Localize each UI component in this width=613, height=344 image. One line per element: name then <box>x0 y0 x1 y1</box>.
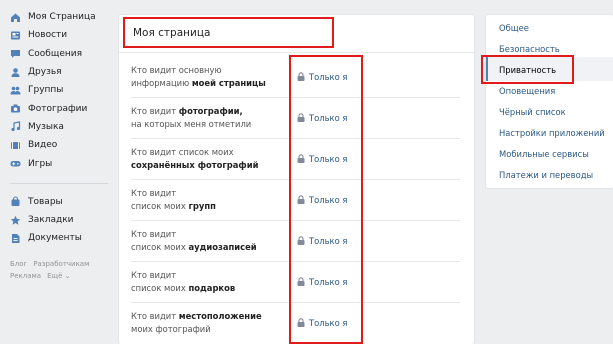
nav-item-messages[interactable]: Сообщения <box>10 45 118 63</box>
active-item-highlight-box <box>481 55 574 84</box>
footer-link-ads[interactable]: Реклама <box>10 272 41 280</box>
settings-menu: Общее Безопасность Приватность Оповещени… <box>485 14 613 189</box>
nav-item-label: Новости <box>28 30 68 41</box>
home-icon <box>10 12 21 23</box>
setting-label: Кто видит список моих подарков <box>131 269 236 293</box>
nav-item-label: Фотографии <box>28 103 88 114</box>
setting-label: Кто видит основную информацию моей стран… <box>131 64 266 88</box>
user-icon <box>10 67 21 78</box>
page-title-text: Моя страница <box>133 26 211 39</box>
values-highlight-box <box>289 55 363 344</box>
header-divider <box>119 52 474 53</box>
footer-link-blog[interactable]: Блог <box>10 260 27 268</box>
nav-item-label: Группы <box>28 85 64 96</box>
setting-label: Кто видит фотографии, на которых меня от… <box>131 105 252 129</box>
menu-item-blacklist[interactable]: Чёрный список <box>499 107 566 117</box>
nav-item-friends[interactable]: Друзья <box>10 63 118 81</box>
nav-item-photos[interactable]: Фотографии <box>10 99 118 117</box>
page-title: Моя страница <box>123 17 334 48</box>
nav-footer: Блог Разработчикам Реклама Ещё ⌄ <box>10 258 118 282</box>
nav-item-label: Товары <box>28 196 63 207</box>
menu-item-mobile-services[interactable]: Мобильные сервисы <box>499 149 589 159</box>
gamepad-icon <box>10 158 21 169</box>
nav-item-groups[interactable]: Группы <box>10 81 118 99</box>
nav-item-music[interactable]: Музыка <box>10 118 118 136</box>
video-icon <box>10 140 21 151</box>
nav-item-label: Закладки <box>28 215 74 226</box>
nav-item-my-page[interactable]: Моя Страница <box>10 8 118 26</box>
footer-link-more[interactable]: Ещё ⌄ <box>47 272 70 280</box>
left-navigation: Моя Страница Новости Сообщения Друзья Гр… <box>10 8 118 282</box>
star-icon <box>10 215 21 226</box>
nav-item-label: Музыка <box>28 121 64 132</box>
nav-item-label: Друзья <box>28 67 62 78</box>
menu-item-payments[interactable]: Платежи и переводы <box>499 170 593 180</box>
news-icon <box>10 30 21 41</box>
setting-label: Кто видит местоположение моих фотографий <box>131 310 262 334</box>
nav-item-bookmarks[interactable]: Закладки <box>10 211 118 229</box>
nav-item-label: Видео <box>28 140 58 151</box>
menu-item-security[interactable]: Безопасность <box>499 44 560 54</box>
document-icon <box>10 233 21 244</box>
nav-item-video[interactable]: Видео <box>10 136 118 154</box>
bag-icon <box>10 196 21 207</box>
setting-label: Кто видит список моих сохранённых фотогр… <box>131 146 259 170</box>
setting-label: Кто видит список моих аудиозаписей <box>131 228 257 252</box>
nav-item-label: Документы <box>28 233 82 244</box>
music-icon <box>10 121 21 132</box>
setting-label: Кто видит список моих групп <box>131 187 216 211</box>
nav-item-label: Сообщения <box>28 48 83 59</box>
footer-link-developers[interactable]: Разработчикам <box>33 260 89 268</box>
nav-item-news[interactable]: Новости <box>10 26 118 44</box>
menu-item-app-settings[interactable]: Настройки приложений <box>499 128 605 138</box>
menu-item-general[interactable]: Общее <box>499 23 529 33</box>
users-icon <box>10 85 21 96</box>
nav-item-goods[interactable]: Товары <box>10 193 118 211</box>
menu-item-notifications[interactable]: Оповещения <box>499 86 555 96</box>
nav-item-documents[interactable]: Документы <box>10 229 118 247</box>
nav-divider <box>10 182 108 184</box>
camera-icon <box>10 103 21 114</box>
nav-item-label: Игры <box>28 158 53 169</box>
nav-item-games[interactable]: Игры <box>10 154 118 172</box>
message-icon <box>10 48 21 59</box>
nav-item-label: Моя Страница <box>28 12 96 23</box>
